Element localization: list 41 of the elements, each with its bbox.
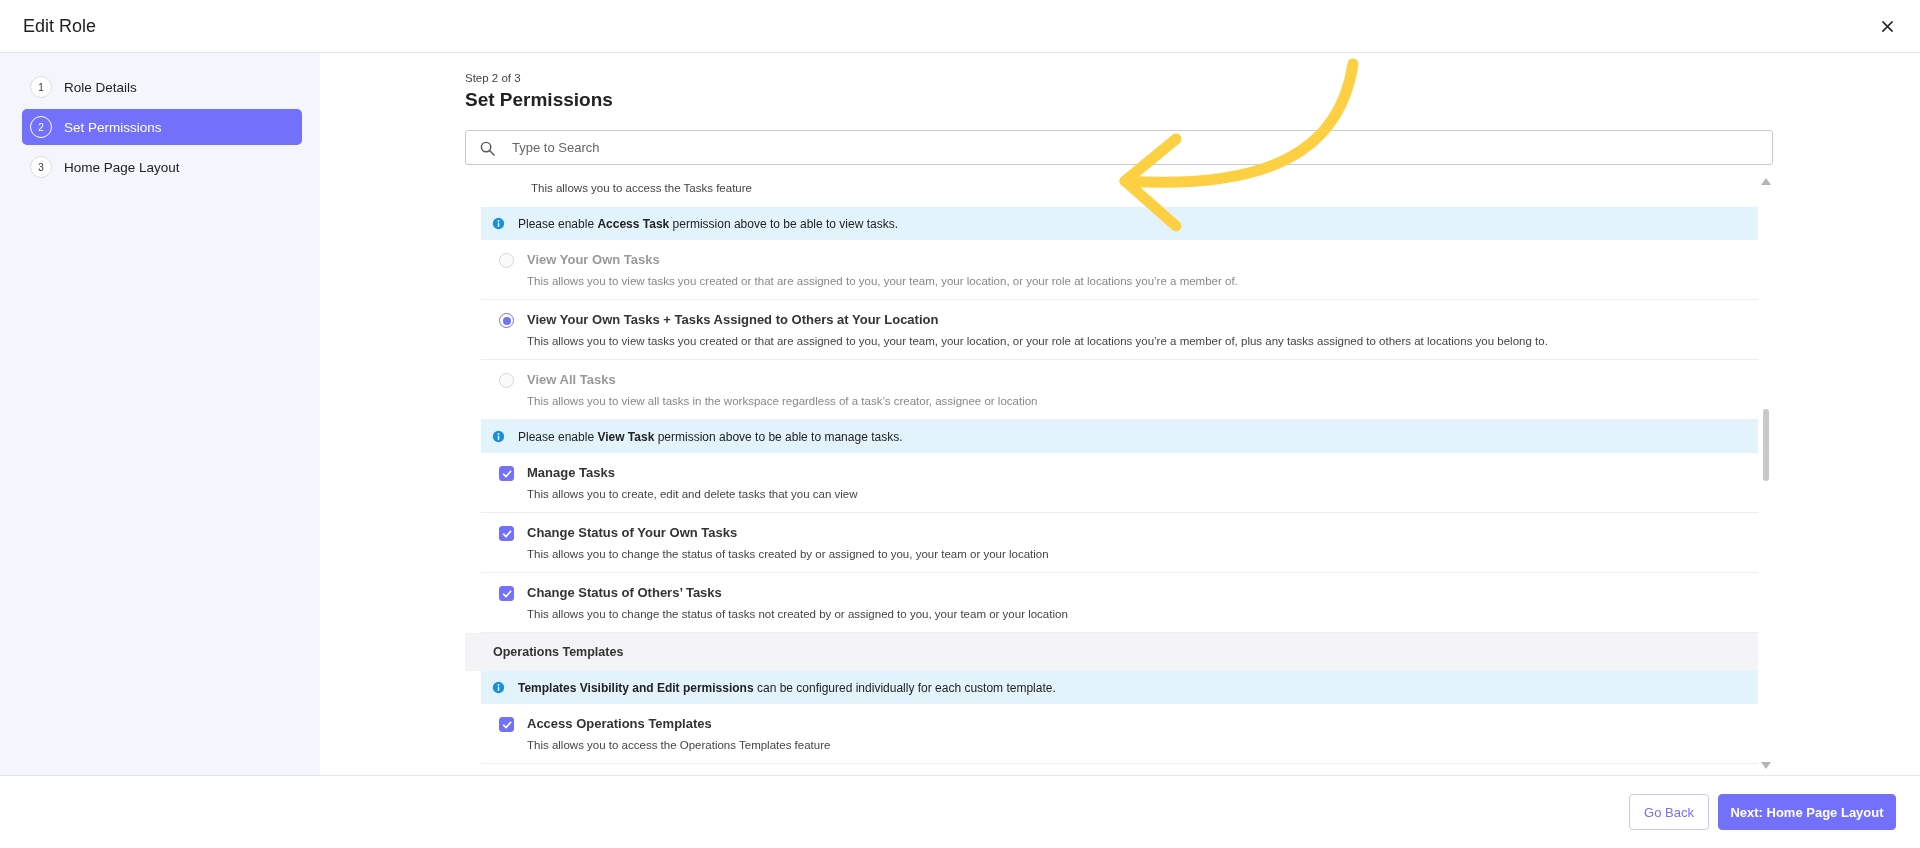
permission-title: Access Operations Templates (527, 715, 713, 733)
checkbox[interactable] (499, 466, 514, 481)
permission-title: View Your Own Tasks + Tasks Assigned to Others at Your Location (527, 311, 940, 329)
radio-button[interactable] (499, 313, 514, 328)
permission-description: This allows you to view tasks you created or that are assigned to you, your team, your location, or your role at locations you’re a member of. (527, 274, 1238, 289)
permission-description: This allows you to change the status of tasks not created by or assigned to you, your team or your location (527, 607, 1068, 622)
scroll-down-icon[interactable] (1760, 762, 1771, 769)
info-icon (492, 217, 505, 230)
permission-title: Change Status of Your Own Tasks (527, 524, 739, 542)
info-text: Please enable View Task permission above to be able to manage tasks. (518, 429, 903, 444)
search-icon (480, 141, 495, 156)
permission-description: This allows you to access the Tasks feature (531, 181, 752, 196)
scrollbar-thumb[interactable] (1762, 409, 1769, 481)
permission-description: This allows you to view all tasks in the workspace regardless of a task’s creator, assignee or location (527, 394, 1038, 409)
permission-title: Manage Tasks (527, 464, 616, 482)
info-text: Please enable Access Task permission above to be able to view tasks. (518, 216, 899, 231)
info-icon (492, 681, 505, 694)
dialog-title: Edit Role (23, 15, 97, 37)
section-header: Operations Templates (465, 633, 1758, 671)
info-text: Templates Visibility and Edit permissions can be configured individually for each custom template. (518, 680, 1056, 695)
checkbox[interactable] (499, 526, 514, 541)
step-item[interactable]: 3 Home Page Layout (22, 149, 302, 185)
permission-title: View Your Own Tasks (527, 251, 661, 269)
next-button[interactable]: Next: Home Page Layout (1718, 794, 1896, 830)
search-field[interactable]: Type to Search (465, 130, 1773, 165)
page-heading: Set Permissions (465, 88, 614, 112)
scroll-up-icon[interactable] (1760, 178, 1771, 185)
permission-description: This allows you to change the status of tasks created by or assigned to you, your team or your location (527, 547, 1049, 562)
step-item[interactable]: 1 Role Details (22, 69, 302, 105)
permission-title: Change Status of Others’ Tasks (527, 584, 723, 602)
back-button[interactable]: Go Back (1629, 794, 1709, 830)
permission-title: View All Tasks (527, 371, 617, 389)
checkbox[interactable] (499, 586, 514, 601)
permission-description: This allows you to create, edit and delete tasks that you can view (527, 487, 858, 502)
step-item[interactable]: 2 Set Permissions (22, 109, 302, 145)
permission-description: This allows you to view tasks you created or that are assigned to you, your team, your location, or your role at locations you’re a member of, plus any tasks assigned to others at locations you belong to. (527, 334, 1548, 349)
info-icon (492, 430, 505, 443)
checkbox[interactable] (499, 717, 514, 732)
step-label: Step 2 of 3 (465, 71, 522, 85)
permission-description: This allows you to access the Operations Templates feature (527, 738, 831, 753)
close-icon[interactable] (1881, 19, 1894, 33)
